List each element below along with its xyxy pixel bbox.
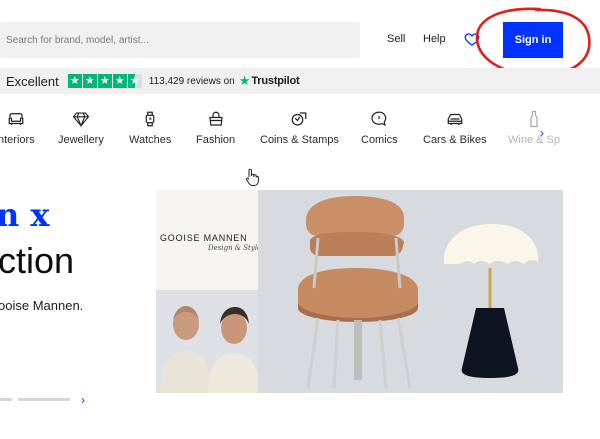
category-wine-spirits[interactable]: Wine & Sp: [508, 110, 560, 146]
slider-indicator[interactable]: [18, 398, 70, 401]
hand-cursor-icon: [246, 168, 259, 186]
category-coins-stamps[interactable]: Coins & Stamps: [260, 110, 339, 146]
brand-script: Design & Style: [208, 244, 262, 252]
watch-icon: [145, 111, 155, 127]
diamond-icon: [72, 112, 90, 128]
trustpilot-star-icon: ★: [238, 73, 251, 88]
favorites-heart-icon[interactable]: [464, 31, 480, 47]
category-label: Wine & Sp: [508, 134, 560, 146]
hero-title: ction: [0, 240, 75, 281]
hero-description: ooise Mannen.: [0, 298, 84, 313]
star-icon: ★: [82, 74, 97, 88]
coin-stamp-icon: [292, 112, 307, 126]
car-icon: [447, 113, 463, 125]
slider-next-icon[interactable]: ›: [81, 393, 85, 407]
brand-name: GOOISE MANNEN: [160, 233, 248, 243]
star-rating: ★ ★ ★ ★ ★: [67, 74, 142, 88]
speech-bubble-icon: [371, 111, 387, 127]
category-cars-bikes[interactable]: Cars & Bikes: [423, 110, 487, 146]
search-input[interactable]: [0, 22, 360, 58]
hero-image[interactable]: GOOISE MANNEN Design & Style: [156, 190, 563, 393]
two-men-photo: [156, 290, 260, 393]
hero-title-brand: n x: [0, 196, 50, 234]
reviews-count[interactable]: 113,429 reviews on: [149, 76, 235, 87]
sell-link[interactable]: Sell: [387, 33, 405, 45]
category-label: Cars & Bikes: [423, 134, 487, 146]
sign-in-button[interactable]: Sign in: [503, 22, 563, 58]
category-label: Fashion: [196, 134, 236, 146]
handbag-icon: [208, 111, 223, 126]
star-icon: ★: [67, 74, 82, 88]
category-watches[interactable]: Watches: [129, 110, 171, 146]
category-interiors[interactable]: nteriors: [0, 110, 35, 146]
people-photo: [156, 290, 260, 393]
slider-indicator[interactable]: [0, 398, 12, 401]
category-label: Watches: [129, 134, 172, 146]
rating-text: Excellent: [6, 73, 59, 89]
search-bar[interactable]: [0, 22, 360, 58]
sofa-icon: [8, 113, 24, 125]
star-icon: ★: [97, 74, 112, 88]
category-jewellery[interactable]: Jewellery: [58, 110, 104, 146]
star-icon: ★: [112, 74, 127, 88]
category-scroll-right-icon[interactable]: ›: [540, 126, 544, 140]
category-fashion[interactable]: Fashion: [196, 110, 235, 146]
trustpilot-bar: Excellent ★ ★ ★ ★ ★ 113,429 reviews on ★…: [0, 68, 600, 94]
help-link[interactable]: Help: [423, 33, 446, 45]
trustpilot-logo[interactable]: Trustpilot: [251, 75, 299, 87]
brand-panel: GOOISE MANNEN Design & Style: [156, 190, 262, 290]
category-label: Coins & Stamps: [260, 134, 339, 146]
half-star-icon: ★: [127, 74, 142, 88]
category-label: Comics: [361, 134, 398, 146]
product-photo: [258, 190, 563, 393]
chair-and-lamp-photo: [258, 190, 563, 393]
category-label: Jewellery: [58, 134, 104, 146]
category-label: nteriors: [0, 134, 35, 146]
category-comics[interactable]: Comics: [361, 110, 398, 146]
site-header: Sell Help Sign in: [0, 0, 600, 77]
category-nav: nteriors Jewellery Watches Fashion Coins…: [0, 110, 600, 154]
